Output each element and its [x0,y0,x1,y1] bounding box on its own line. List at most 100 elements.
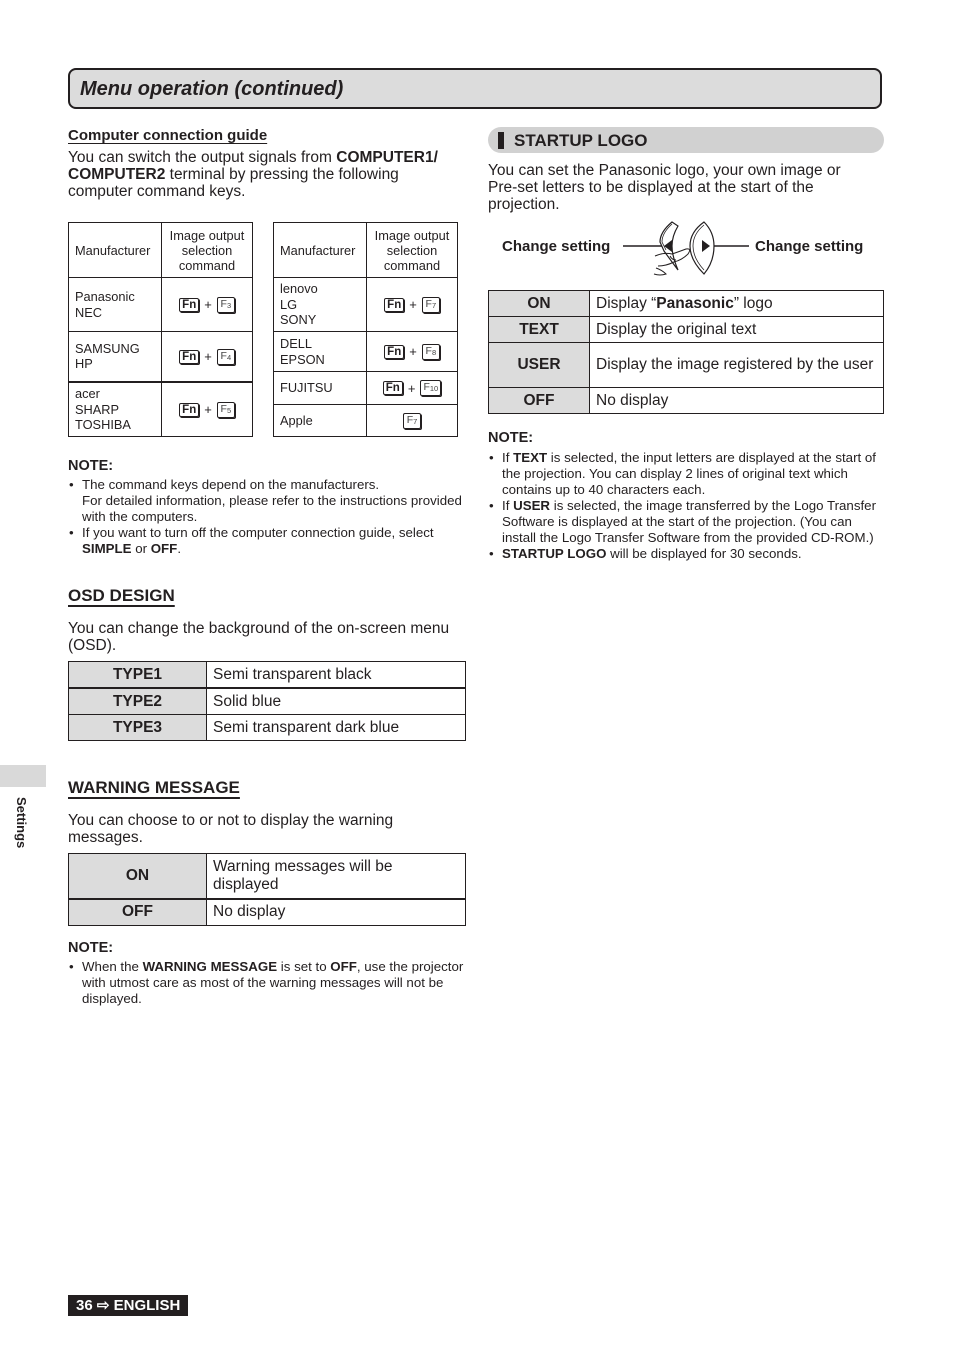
manufacturer: LG [280,296,298,312]
intro-bold-computer1: COMPUTER1/ [336,149,438,166]
command-keys: Fn + F7 [366,277,458,332]
command-keys: Fn + F3 [161,277,253,332]
note-title: NOTE: [488,430,534,446]
option-key: USER [488,342,590,388]
note-text: If [502,498,514,513]
table-row: lenovo LG SONY Fn + F7 [273,277,458,332]
fn-key-icon: Fn [179,349,200,364]
command-keys: Fn + F8 [366,331,458,372]
intro-bold-computer2: COMPUTER2 [68,166,166,183]
note-list: The command keys depend on the manufactu… [68,477,468,557]
startup-logo-intro: You can set the Panasonic logo, your own… [488,162,841,213]
table-row: Apple F7 [273,404,458,437]
note-title: NOTE: [68,458,114,474]
option-value: Display the image registered by the user [589,342,884,388]
f3-key-icon: F3 [216,296,235,313]
command-keys: F7 [366,404,458,437]
col-header-command: Image output selection command [366,222,458,278]
f-number: 3 [226,300,232,310]
table-row: OFF No display [488,387,884,414]
note-item: If TEXT is selected, the input letters a… [488,450,888,498]
note-text: If [502,450,514,465]
note-text: is set to [277,959,331,974]
side-tab-label: Settings [14,797,29,849]
note-text: When the [82,959,143,974]
command-keys: Fn + F10 [366,371,458,405]
page-title-bar: Menu operation (continued) [68,68,882,109]
remote-arrow-buttons-diagram [623,221,749,276]
option-key: TEXT [488,316,590,343]
col-header-manufacturer: Manufacturer [273,222,367,278]
fn-key-icon: Fn [179,402,200,417]
note-list: When the WARNING MESSAGE is set to OFF, … [68,959,468,1007]
manufacturer: Apple [280,412,313,428]
command-keys: Fn + F5 [161,380,253,437]
table-row: FUJITSU Fn + F10 [273,371,458,405]
note-text: or [131,541,151,556]
option-value: Display “Panasonic” logo [589,290,884,317]
manufacturer: NEC [75,304,103,320]
note-bold: SIMPLE [82,541,132,556]
computer-guide-heading: Computer connection guide [68,127,268,144]
option-key: OFF [68,897,207,926]
manufacturer-names: acer SHARP TOSHIBA [68,380,162,437]
f4-key-icon: F4 [216,348,235,365]
plus-sign: + [204,402,212,418]
table-row: ON Display “Panasonic” logo [488,290,884,317]
option-key: ON [488,290,590,317]
manufacturer-names: Apple [273,404,367,437]
startup-logo-header: STARTUP LOGO [488,127,884,153]
option-key: TYPE3 [68,714,207,741]
option-value: Warning messages will be displayed [206,853,466,899]
manufacturer: acer [75,386,100,401]
manufacturer-names: SAMSUNG HP [68,331,162,382]
fn-key-icon: Fn [384,297,405,312]
note-text: will be displayed for 30 seconds. [606,546,802,561]
note-text: . [177,541,182,556]
computer-guide-intro: You can switch the output signals from C… [68,149,458,200]
language-label: ENGLISH [113,1297,181,1314]
col-header-manufacturer: Manufacturer [68,222,162,278]
table-row: TEXT Display the original text [488,316,884,343]
warning-message-heading: WARNING MESSAGE [68,778,240,797]
osd-design-heading: OSD DESIGN [68,586,175,605]
option-value: Semi transparent black [206,661,466,689]
startup-logo-heading: STARTUP LOGO [514,131,648,150]
manufacturer: SONY [280,312,317,328]
manufacturer: DELL [280,336,313,351]
plus-sign: + [204,297,212,313]
manufacturer-names: DELL EPSON [273,331,367,372]
osd-design-table: TYPE1 Semi transparent black TYPE2 Solid… [68,661,466,741]
arrow-right-icon: ⇨ [96,1297,110,1314]
section-marker-icon [498,132,504,149]
fn-key-icon: Fn [382,381,403,396]
table-row: OFF No display [68,897,466,926]
page-title: Menu operation (continued) [80,78,344,100]
command-keys: Fn + F4 [161,331,253,382]
table-row: TYPE3 Semi transparent dark blue [68,714,466,741]
note-text: The command keys depend on the manufactu… [82,477,380,492]
note-title: NOTE: [68,940,114,956]
plus-sign: + [409,297,417,313]
manufacturer-table-right: Manufacturer Image output selection comm… [273,222,458,437]
option-key: ON [68,853,207,899]
table-row: TYPE2 Solid blue [68,687,466,715]
right-arrow-button-icon [689,221,715,275]
change-setting-left-label: Change setting [502,238,611,255]
table-row: Panasonic NEC Fn + F3 [68,277,253,332]
manufacturer-names: lenovo LG SONY [273,277,367,332]
osd-design-intro: You can change the background of the on-… [68,620,450,654]
option-value: No display [206,897,466,926]
side-tab-marker [0,765,46,787]
note-text: For detailed information, please refer t… [82,493,462,524]
left-arrow-button-icon [659,221,679,271]
manufacturer: SHARP [75,401,120,417]
f7-key-icon: F7 [403,412,421,429]
manufacturer: HP [75,356,93,372]
plus-sign: + [407,380,416,396]
col-header-command: Image output selection command [161,222,253,278]
note-bold: TEXT [513,450,548,465]
page-footer: 36 ⇨ ENGLISH [68,1295,189,1316]
manufacturer-table-left: Manufacturer Image output selection comm… [68,222,253,437]
manufacturer: EPSON [280,351,325,367]
